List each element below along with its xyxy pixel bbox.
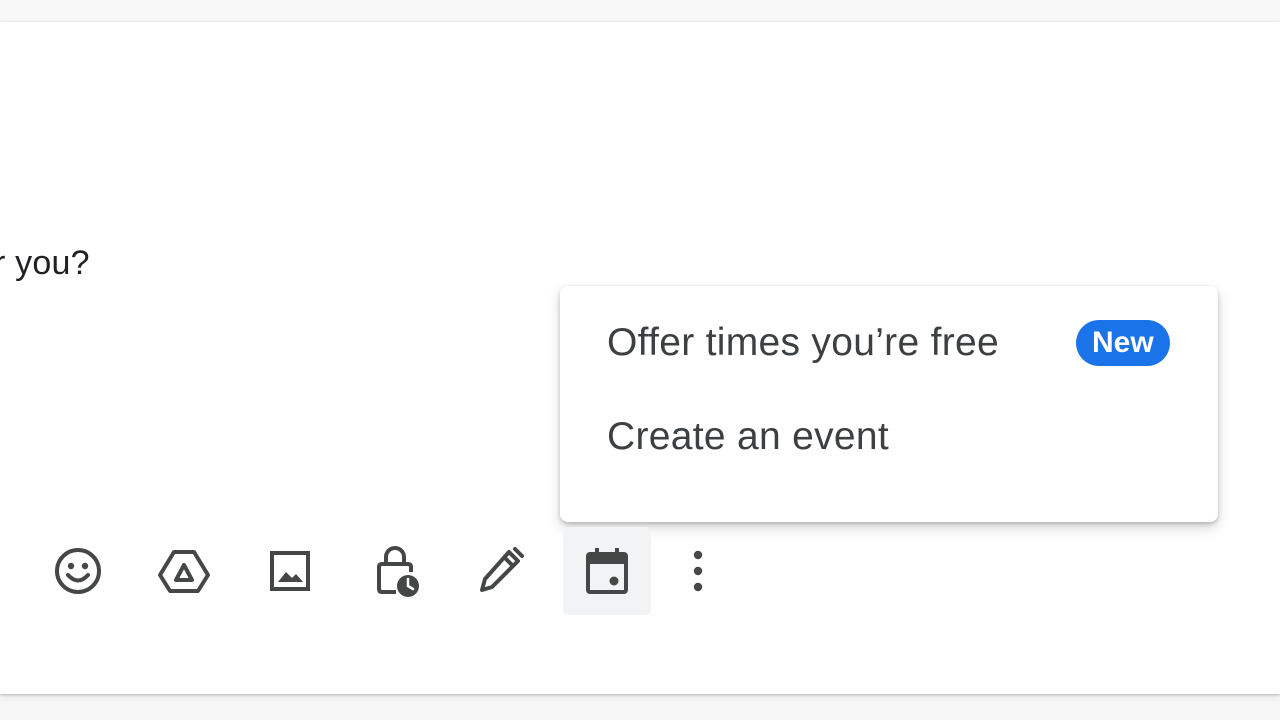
message-body-text[interactable]: r you? bbox=[0, 244, 90, 283]
menu-item-label: Create an event bbox=[607, 415, 890, 458]
google-drive-icon bbox=[157, 545, 211, 597]
insert-signature-button[interactable] bbox=[456, 527, 544, 615]
window-top-edge bbox=[0, 0, 1280, 22]
insert-photo-button[interactable] bbox=[246, 527, 334, 615]
menu-item-label: Offer times you’re free bbox=[607, 321, 999, 364]
insert-emoji-button[interactable] bbox=[34, 527, 122, 615]
confidential-mode-icon bbox=[370, 543, 422, 599]
menu-item-offer-times[interactable]: Offer times you’re free New bbox=[560, 298, 1218, 388]
emoji-icon bbox=[52, 545, 104, 597]
calendar-dropdown-menu: Offer times you’re free New Create an ev… bbox=[560, 286, 1218, 522]
insert-drive-file-button[interactable] bbox=[140, 527, 228, 615]
insert-photo-icon bbox=[264, 545, 316, 597]
menu-item-create-event[interactable]: Create an event bbox=[560, 392, 1218, 482]
compose-toolbar bbox=[0, 527, 760, 617]
signature-pen-icon bbox=[474, 545, 526, 597]
calendar-button[interactable] bbox=[563, 527, 651, 615]
calendar-icon bbox=[581, 544, 633, 598]
confidential-mode-button[interactable] bbox=[352, 527, 440, 615]
new-badge: New bbox=[1076, 320, 1170, 366]
more-options-button[interactable] bbox=[654, 527, 742, 615]
more-options-icon bbox=[688, 545, 708, 597]
